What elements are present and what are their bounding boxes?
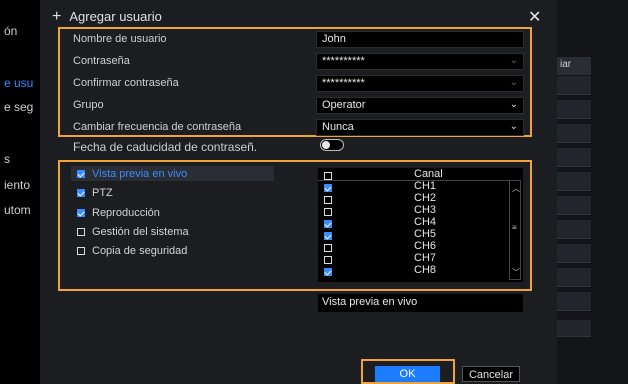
checkbox-unchecked-icon[interactable] (77, 247, 85, 256)
channel-row[interactable]: CH3 (318, 204, 508, 217)
checkbox-checked-icon[interactable] (324, 220, 332, 229)
dialog-title-text: Agregar usuario (69, 9, 162, 24)
password-expiry-toggle[interactable] (320, 139, 344, 151)
channel-column-header: Canal (414, 168, 443, 180)
channel-row[interactable]: CH4 (318, 216, 508, 229)
checkbox-checked-icon[interactable] (324, 268, 332, 277)
password-frequency-label: Cambiar frecuencia de contraseña (73, 121, 242, 133)
channel-row[interactable]: CH5 (318, 228, 508, 241)
password-label: Contraseña (73, 55, 130, 67)
checkbox-checked-icon[interactable] (77, 170, 85, 179)
bg-table-header: iar (557, 57, 591, 75)
permission-label: Copia de seguridad (92, 245, 188, 257)
bg-sidebar-text: iento (4, 178, 31, 192)
group-value: Operator (322, 99, 366, 111)
bg-sidebar-text: s (4, 152, 10, 166)
group-label: Grupo (73, 99, 104, 111)
bg-sidebar-text: ón (4, 24, 18, 38)
channel-row[interactable]: CH6 (318, 240, 508, 253)
chevron-down-icon: ⌄ (509, 77, 518, 88)
toggle-knob (322, 141, 330, 149)
channel-name: CH7 (414, 252, 437, 264)
password-frequency-select[interactable]: Nunca ⌄ (316, 119, 524, 136)
checkbox-unchecked-icon[interactable] (77, 228, 85, 237)
channel-name: CH4 (414, 216, 437, 228)
chevron-down-icon[interactable]: ﹀ (512, 267, 520, 278)
channel-row[interactable]: CH8 (318, 264, 508, 277)
checkbox-checked-icon[interactable] (77, 189, 85, 198)
chevron-down-icon: ⌄ (509, 99, 518, 110)
confirm-password-label: Confirmar contraseña (73, 77, 179, 89)
checkbox-checked-icon[interactable] (77, 209, 85, 218)
bg-sidebar-text-active: e usu (4, 76, 34, 90)
channel-row[interactable]: CH2 (318, 192, 508, 205)
permission-system-management[interactable]: Gestión del sistema (77, 226, 189, 238)
checkbox-unchecked-icon[interactable] (324, 256, 332, 265)
password-input[interactable]: ********** ⌄ (316, 53, 524, 70)
channel-row[interactable]: CH7 (318, 252, 508, 265)
chevron-up-icon[interactable]: ︿ (512, 183, 520, 194)
checkbox-unchecked-icon[interactable] (324, 172, 332, 181)
password-value: ********** (322, 55, 365, 67)
chevron-down-icon: ⌄ (509, 121, 518, 132)
bg-sidebar-text: e seg (4, 100, 34, 114)
dialog-title: + Agregar usuario (52, 8, 162, 26)
channel-name: CH3 (414, 204, 437, 216)
background-table: iar (557, 0, 628, 384)
checkbox-unchecked-icon[interactable] (324, 196, 332, 205)
permission-playback[interactable]: Reproducción (77, 207, 160, 219)
permission-label: Gestión del sistema (92, 226, 189, 238)
close-icon[interactable]: ✕ (528, 7, 541, 27)
background-sidebar (0, 0, 40, 384)
plus-icon: + (52, 8, 62, 25)
permission-label: PTZ (92, 187, 113, 199)
permission-live-preview[interactable]: Vista previa en vivo (77, 168, 187, 180)
channel-table: Canal CH1 CH2 CH3 CH4 CH5 CH6 CH7 CH8 ︿ … (318, 168, 523, 282)
checkbox-unchecked-icon[interactable] (324, 208, 332, 217)
permission-description: Vista previa en vivo (318, 294, 523, 312)
checkbox-unchecked-icon[interactable] (324, 244, 332, 253)
username-value: John (322, 33, 346, 45)
checkbox-checked-icon[interactable] (324, 184, 332, 193)
checkbox-checked-icon[interactable] (324, 232, 332, 241)
channel-scrollbar[interactable]: ︿ ≡ ﹀ (509, 180, 521, 280)
channel-row[interactable]: CH1 (318, 180, 508, 193)
channel-name: CH1 (414, 180, 437, 192)
username-label: Nombre de usuario (73, 33, 167, 45)
cancel-button[interactable]: Cancelar (462, 366, 520, 382)
password-expiry-label: Fecha de caducidad de contraseñ. (73, 140, 258, 154)
ok-button[interactable]: OK (375, 366, 440, 382)
password-frequency-value: Nunca (322, 121, 354, 133)
permission-label: Reproducción (92, 207, 160, 219)
chevron-down-icon: ⌄ (509, 55, 518, 66)
permission-backup[interactable]: Copia de seguridad (77, 245, 187, 257)
channel-name: CH6 (414, 240, 437, 252)
channel-name: CH8 (414, 264, 437, 276)
permission-label: Vista previa en vivo (92, 168, 188, 180)
confirm-password-value: ********** (322, 77, 365, 89)
username-input[interactable]: John (316, 31, 524, 48)
permission-ptz[interactable]: PTZ (77, 187, 113, 199)
bg-sidebar-text: utom (4, 203, 31, 217)
group-select[interactable]: Operator ⌄ (316, 97, 524, 114)
scroll-thumb-icon[interactable]: ≡ (512, 223, 517, 232)
channel-name: CH5 (414, 228, 437, 240)
channel-name: CH2 (414, 192, 437, 204)
confirm-password-input[interactable]: ********** ⌄ (316, 75, 524, 92)
